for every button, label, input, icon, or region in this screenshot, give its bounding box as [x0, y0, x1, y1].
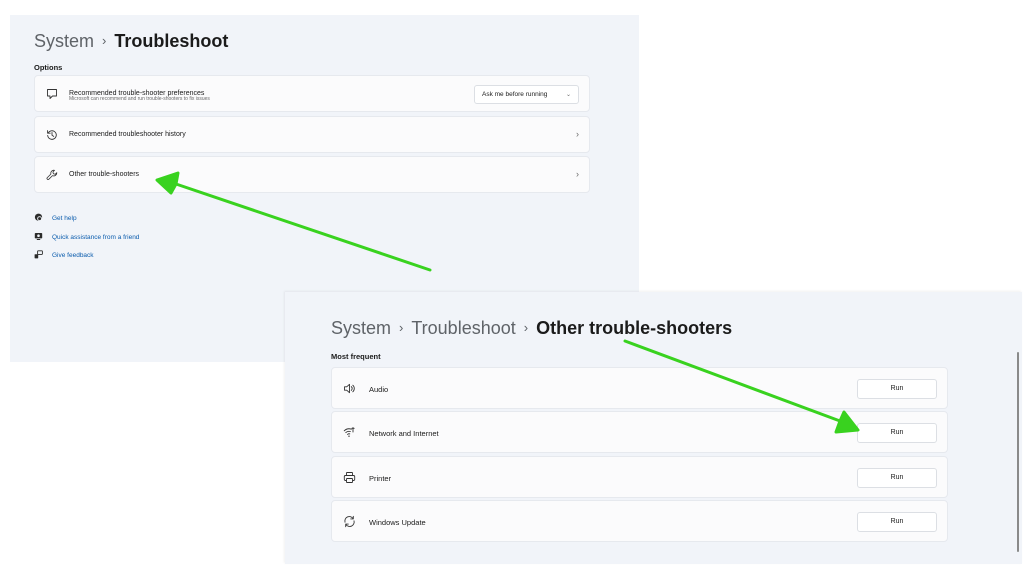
wrench-icon — [46, 169, 58, 180]
breadcrumb: System › Troubleshoot — [34, 31, 228, 52]
get-help-label: Get help — [52, 215, 77, 222]
quick-assist-icon — [34, 233, 43, 240]
troubleshooter-history-card[interactable]: Recommended troubleshooter history › — [34, 116, 590, 153]
breadcrumb-system[interactable]: System — [331, 318, 391, 338]
chevron-right-icon: › — [576, 129, 579, 139]
chat-bubble-icon — [47, 89, 57, 99]
feedback-icon — [34, 250, 43, 259]
row-label: Audio — [369, 385, 389, 394]
breadcrumb: System › Troubleshoot › Other trouble-shoote… — [331, 318, 732, 339]
give-feedback-link[interactable]: Give feedback — [34, 250, 94, 259]
give-feedback-label: Give feedback — [52, 252, 94, 259]
page-title: Troubleshoot — [114, 31, 229, 51]
dropdown-value: Ask me before running — [482, 91, 548, 98]
troubleshooter-row-windows-update: Windows Update Run — [331, 500, 948, 542]
row-label: Network and Internet — [369, 429, 439, 438]
other-troubleshooters-card[interactable]: Other trouble-shooters › — [34, 156, 590, 193]
history-icon — [47, 130, 57, 140]
breadcrumb-troubleshoot[interactable]: Troubleshoot — [411, 318, 515, 338]
preferences-dropdown[interactable]: Ask me before running ⌄ — [474, 85, 579, 104]
sync-icon — [344, 515, 355, 528]
history-title: Recommended troubleshooter history — [69, 131, 186, 138]
section-label-most-frequent: Most frequent — [331, 352, 381, 361]
wifi-icon — [343, 427, 355, 437]
chevron-down-icon: ⌄ — [565, 92, 571, 98]
troubleshooter-row-audio: Audio Run — [331, 367, 948, 409]
run-printer-button[interactable]: Run — [857, 468, 937, 488]
troubleshooter-row-network: Network and Internet Run — [331, 411, 948, 453]
run-audio-button[interactable]: Run — [857, 379, 937, 399]
other-troubleshooters-window: System › Troubleshoot › Other trouble-shoote… — [285, 292, 1022, 564]
scrollbar[interactable] — [1017, 352, 1019, 552]
breadcrumb-separator: › — [102, 33, 107, 48]
chevron-right-icon: › — [576, 169, 579, 179]
breadcrumb-system[interactable]: System — [34, 31, 94, 51]
printer-icon — [343, 472, 356, 483]
speaker-icon — [344, 383, 355, 394]
help-icon — [34, 213, 43, 221]
other-troubleshooters-title: Other trouble-shooters — [69, 171, 140, 178]
run-windows-update-button[interactable]: Run — [857, 512, 937, 532]
row-label: Printer — [369, 474, 392, 483]
run-network-button[interactable]: Run — [857, 423, 937, 443]
breadcrumb-separator: › — [399, 320, 404, 335]
row-label: Windows Update — [369, 518, 426, 527]
preferences-subtitle: Microsoft can recommend and run trouble-… — [69, 96, 210, 102]
breadcrumb-separator: › — [523, 320, 529, 335]
get-help-link[interactable]: Get help — [34, 213, 77, 222]
page-title: Other trouble-shooters — [536, 318, 733, 338]
quick-assist-link[interactable]: Quick assistance from a friend — [34, 232, 139, 241]
section-label-options: Options — [34, 63, 63, 72]
troubleshooter-preferences-card: Recommended trouble-shooter preferences … — [34, 75, 590, 112]
quick-assist-label: Quick assistance from a friend — [52, 234, 140, 241]
troubleshooter-row-printer: Printer Run — [331, 456, 948, 498]
